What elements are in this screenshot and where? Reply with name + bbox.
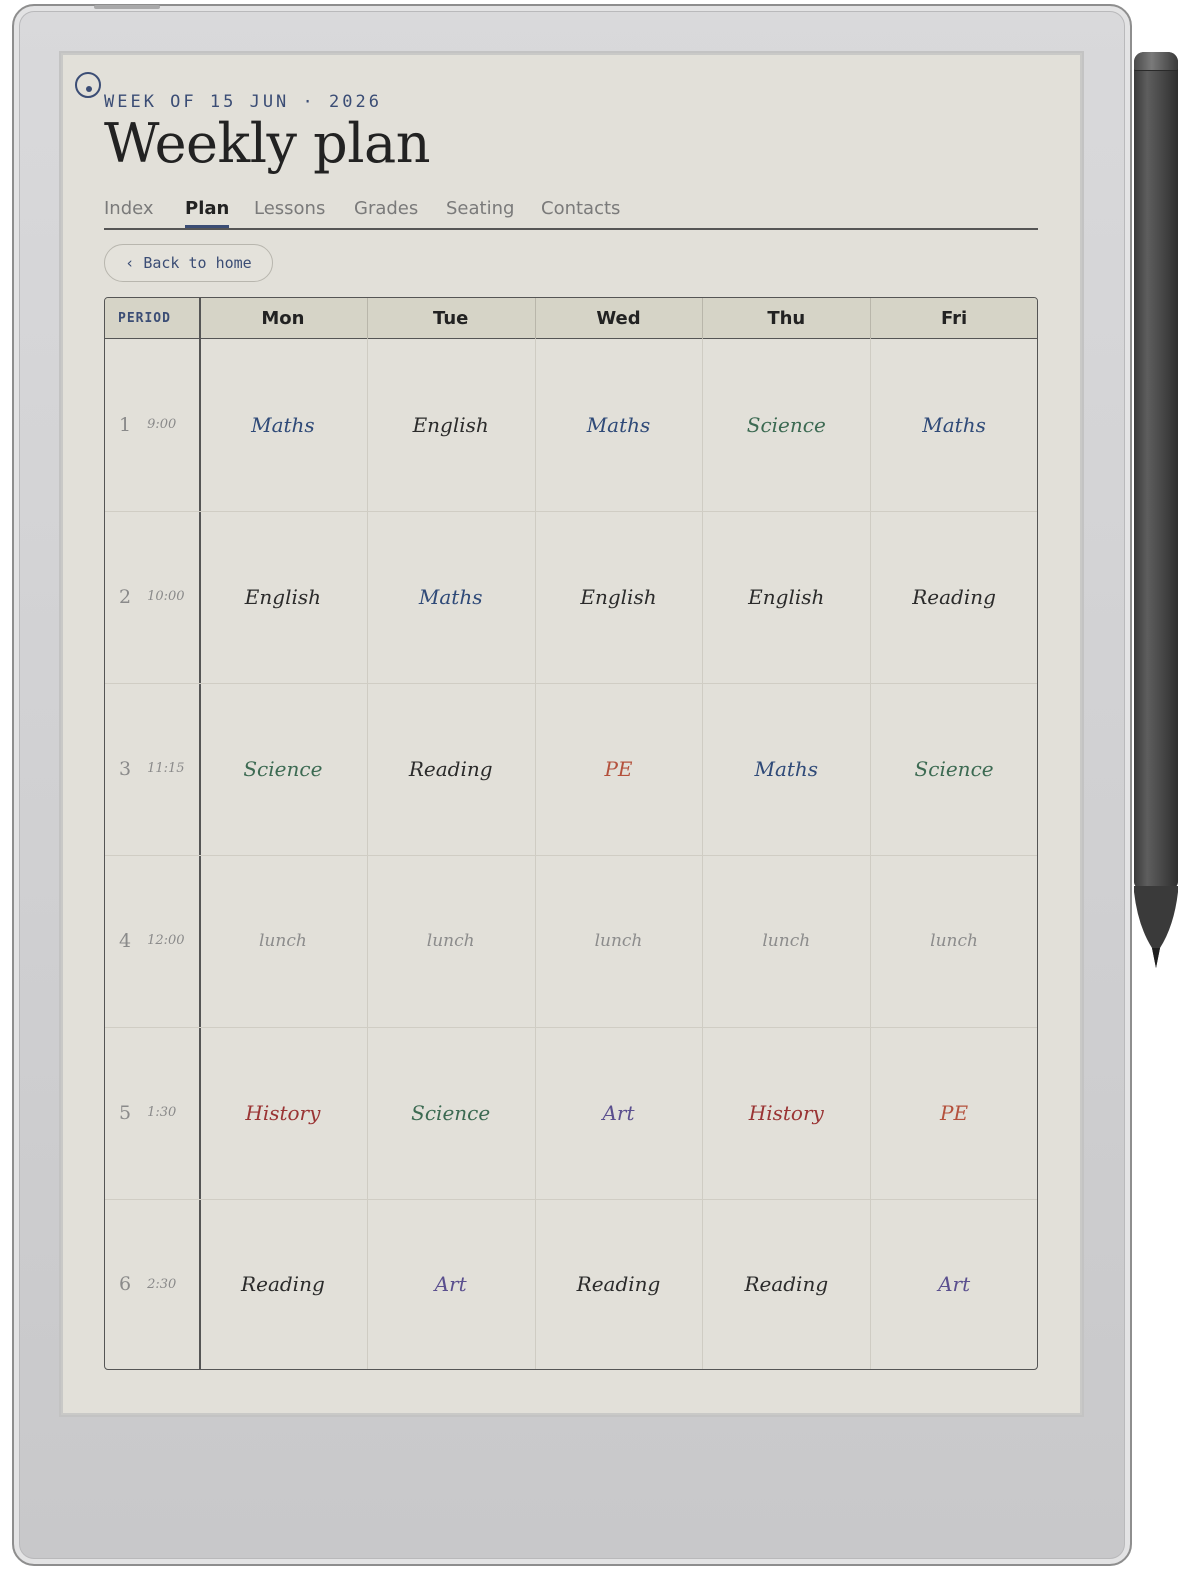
period-header: PERIOD — [118, 310, 171, 326]
lesson-cell-mon[interactable]: History — [199, 1027, 367, 1199]
target-icon[interactable] — [75, 72, 101, 98]
period-time: 1:30 — [147, 1105, 177, 1121]
lesson-cell-mon[interactable]: lunch — [199, 855, 367, 1027]
lesson-cell-tue[interactable]: English — [367, 339, 535, 511]
lesson-cell-thu[interactable]: Reading — [702, 1199, 870, 1370]
lesson-cell-thu[interactable]: lunch — [702, 855, 870, 1027]
stylus-cap — [1134, 52, 1178, 71]
lesson-cell-tue[interactable]: Reading — [367, 683, 535, 855]
tab-bar: Index Plan Lessons Grades Seating Contac… — [104, 198, 1038, 230]
period-time: 10:00 — [147, 589, 185, 605]
stylus-pen — [1134, 52, 1178, 888]
tab-contacts[interactable]: Contacts — [541, 198, 620, 219]
lesson-cell-tue[interactable]: Art — [367, 1199, 535, 1370]
day-header-wed: Wed — [596, 307, 641, 329]
page-title: Weekly plan — [104, 112, 431, 175]
timetable-header: PERIOD Mon Tue Wed Thu Fri — [105, 298, 1037, 339]
lesson-cell-thu[interactable]: Maths — [702, 683, 870, 855]
lesson-cell-mon[interactable]: Maths — [199, 339, 367, 511]
lesson-cell-wed[interactable]: Reading — [535, 1199, 703, 1370]
tab-grades[interactable]: Grades — [354, 198, 418, 219]
lesson-cell-mon[interactable]: Reading — [199, 1199, 367, 1370]
period-number: 6 — [119, 1273, 132, 1296]
lesson-cell-wed[interactable]: lunch — [535, 855, 703, 1027]
period-number: 1 — [119, 413, 132, 436]
lesson-cell-wed[interactable]: English — [535, 511, 703, 683]
tab-plan[interactable]: Plan — [185, 198, 230, 228]
period-time: 11:15 — [147, 761, 185, 777]
lesson-cell-wed[interactable]: Maths — [535, 339, 703, 511]
period-label: 3 11:15 — [105, 683, 198, 855]
period-number: 4 — [119, 929, 132, 952]
period-number: 3 — [119, 757, 132, 780]
lesson-cell-fri[interactable]: Reading — [870, 511, 1037, 683]
back-to-home-button[interactable]: ‹ Back to home — [104, 244, 273, 282]
tab-index[interactable]: Index — [104, 198, 154, 219]
header-column-divider — [702, 298, 704, 339]
lesson-cell-thu[interactable]: Science — [702, 339, 870, 511]
header-column-divider — [366, 298, 368, 339]
period-time: 2:30 — [147, 1276, 177, 1292]
period-time: 12:00 — [147, 933, 185, 949]
lesson-cell-fri[interactable]: Science — [870, 683, 1037, 855]
period-label: 2 10:00 — [105, 511, 198, 683]
lesson-cell-fri[interactable]: lunch — [870, 855, 1037, 1027]
period-number: 5 — [119, 1101, 132, 1124]
lesson-cell-tue[interactable]: Science — [367, 1027, 535, 1199]
lesson-cell-mon[interactable]: Science — [199, 683, 367, 855]
timetable-grid: PERIOD Mon Tue Wed Thu Fri 1 9:00 Maths English M… — [104, 297, 1038, 1370]
power-button[interactable] — [94, 5, 160, 9]
tab-lessons[interactable]: Lessons — [254, 198, 325, 219]
stylus-tip — [1134, 886, 1178, 968]
lesson-cell-wed[interactable]: Art — [535, 1027, 703, 1199]
lesson-cell-tue[interactable]: Maths — [367, 511, 535, 683]
header-column-divider — [534, 298, 536, 339]
period-label: 1 9:00 — [105, 339, 198, 511]
lesson-cell-fri[interactable]: Art — [870, 1199, 1037, 1370]
period-label: 4 12:00 — [105, 855, 198, 1027]
day-header-tue: Tue — [433, 307, 469, 329]
period-time: 9:00 — [147, 417, 177, 433]
lesson-cell-thu[interactable]: English — [702, 511, 870, 683]
header-column-divider — [870, 298, 872, 339]
tab-seating[interactable]: Seating — [446, 198, 514, 219]
day-header-fri: Fri — [940, 307, 968, 329]
back-button-label: ‹ Back to home — [125, 254, 252, 272]
lesson-cell-fri[interactable]: Maths — [870, 339, 1037, 511]
day-header-thu: Thu — [767, 307, 806, 329]
period-label: 5 1:30 — [105, 1027, 198, 1199]
lesson-cell-tue[interactable]: lunch — [367, 855, 535, 1027]
lesson-cell-mon[interactable]: English — [199, 511, 367, 683]
period-number: 2 — [119, 585, 132, 608]
period-label: 6 2:30 — [105, 1199, 198, 1370]
week-label: WEEK OF 15 JUN · 2026 — [104, 92, 382, 112]
lesson-cell-wed[interactable]: PE — [535, 683, 703, 855]
day-header-mon: Mon — [261, 307, 305, 329]
lesson-cell-fri[interactable]: PE — [870, 1027, 1037, 1199]
lesson-cell-thu[interactable]: History — [702, 1027, 870, 1199]
